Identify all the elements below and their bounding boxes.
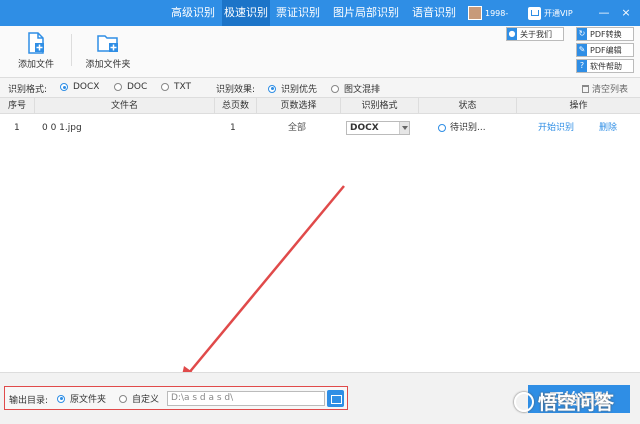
annotation-arrow xyxy=(180,185,345,384)
folder-browse-icon[interactable] xyxy=(327,390,344,407)
output-directory-box: 输出目录: 原文件夹 自定义 D:\a s d a s d\ xyxy=(4,386,348,410)
radio-icon xyxy=(119,394,127,403)
output-label: 输出目录: xyxy=(9,396,49,406)
watermark-text: 悟空问答 xyxy=(538,392,615,414)
output-original-label: 原文件夹 xyxy=(70,395,107,405)
watermark-logo-icon xyxy=(514,391,534,412)
output-option-custom[interactable]: 自定义 xyxy=(119,392,159,405)
watermark: 悟空问答 xyxy=(514,388,614,415)
radio-checked-icon xyxy=(57,394,65,403)
output-option-original[interactable]: 原文件夹 xyxy=(57,392,106,405)
output-custom-label: 自定义 xyxy=(132,395,160,405)
output-path-input[interactable]: D:\a s d a s d\ xyxy=(167,391,325,406)
